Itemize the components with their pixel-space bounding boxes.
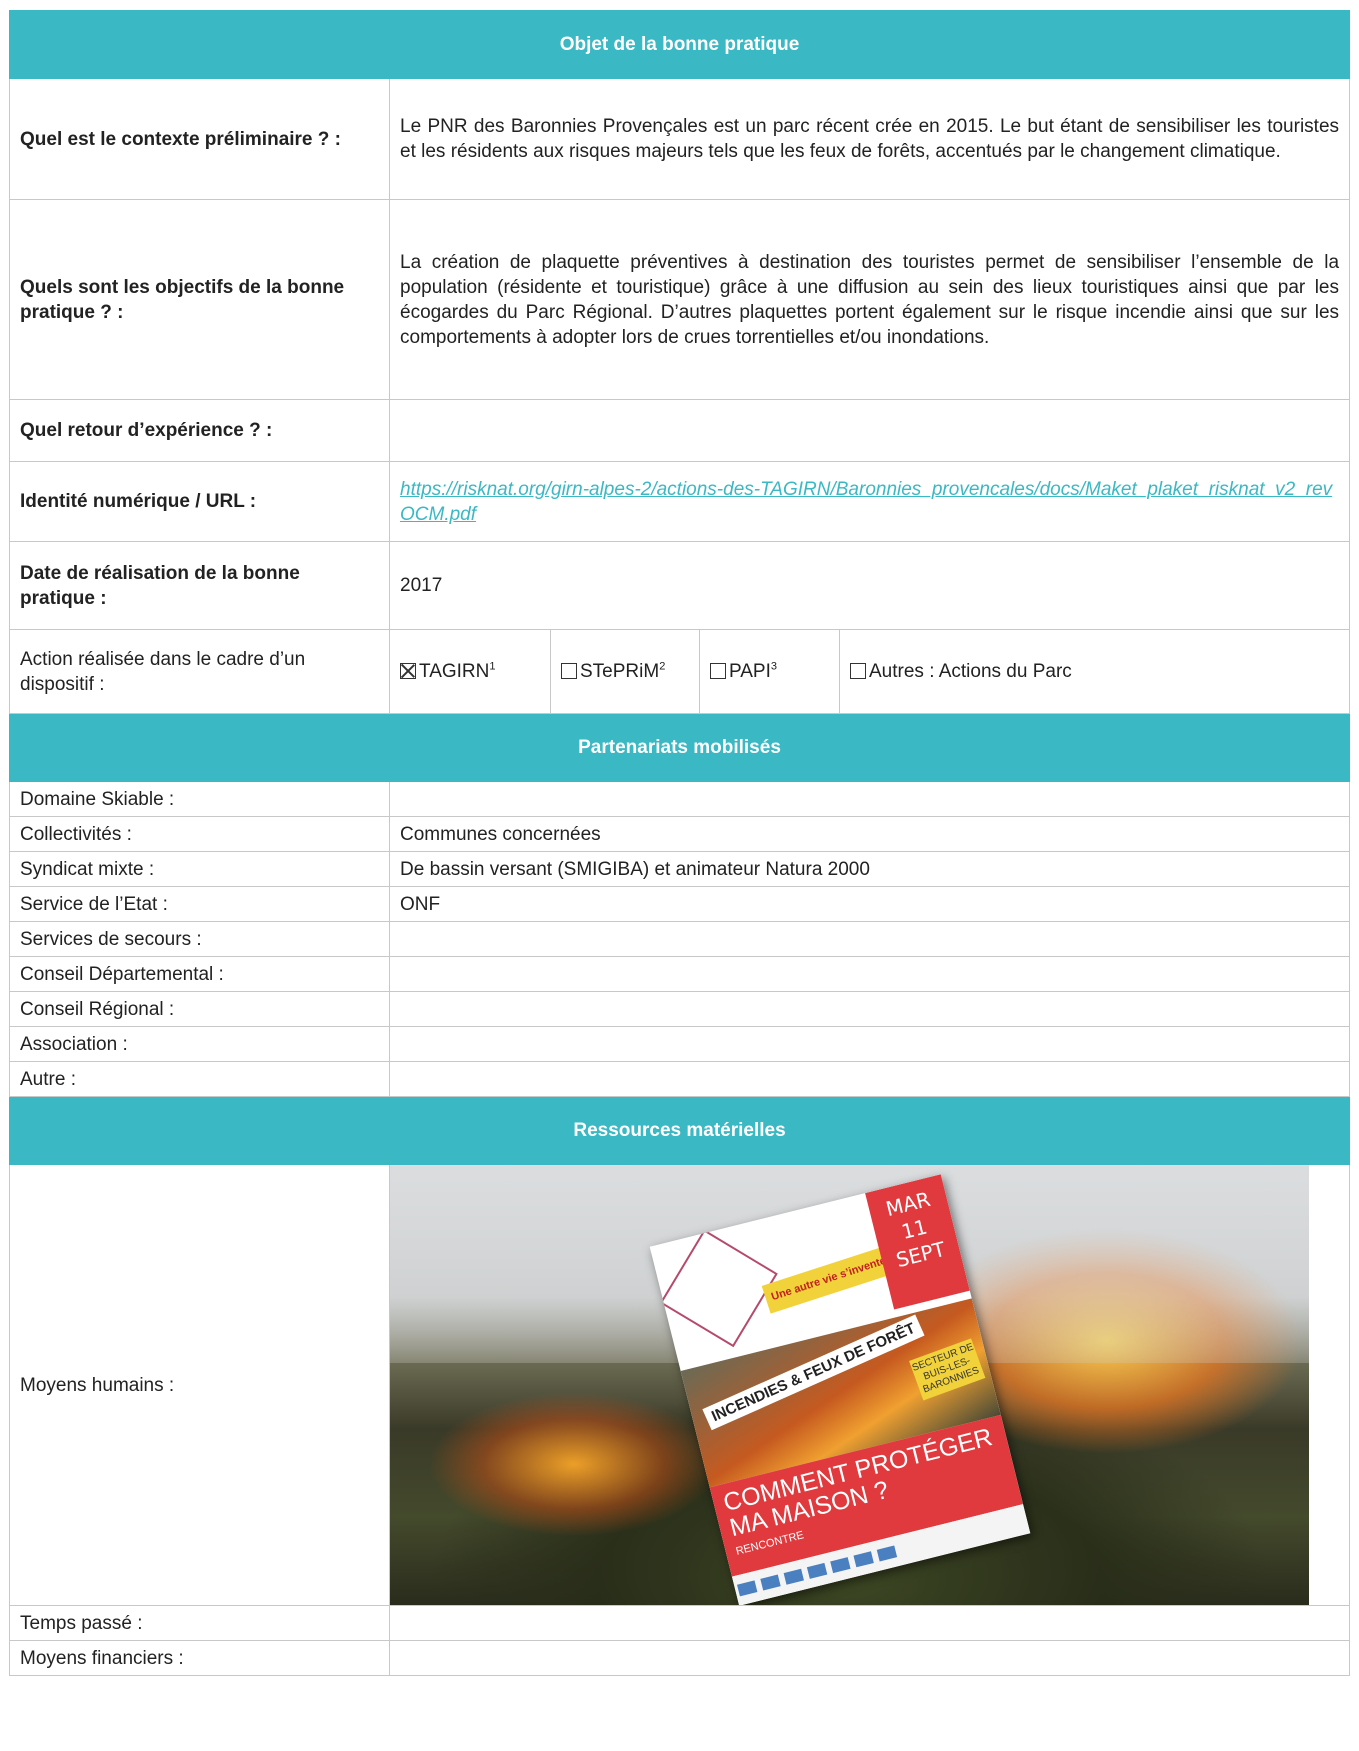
value-date: 2017 bbox=[388, 541, 1351, 630]
label-departemental: Conseil Départemental : bbox=[9, 956, 390, 992]
park-logo-icon bbox=[659, 1229, 778, 1348]
section-header-ressources: Ressources matérielles bbox=[8, 1096, 1351, 1165]
value-regional bbox=[388, 991, 1351, 1027]
checkbox-checked-icon[interactable] bbox=[400, 663, 416, 679]
value-domaine bbox=[388, 781, 1351, 817]
label-domaine: Domaine Skiable : bbox=[9, 781, 390, 817]
label-etat: Service de l’Etat : bbox=[9, 886, 390, 922]
section-header-partenariats: Partenariats mobilisés bbox=[8, 713, 1351, 782]
option-steprim[interactable]: STePRiM2 bbox=[550, 629, 700, 714]
url-link[interactable]: https://risknat.org/girn-alpes-2/actions… bbox=[400, 479, 1332, 525]
option-papi[interactable]: PAPI3 bbox=[699, 629, 840, 714]
label-dispositif: Action réalisée dans le cadre d’un dispo… bbox=[9, 629, 390, 714]
value-financiers bbox=[388, 1640, 1351, 1676]
label-association: Association : bbox=[9, 1026, 390, 1062]
label-contexte: Quel est le contexte préliminaire ? : bbox=[9, 78, 390, 200]
label-financiers: Moyens financiers : bbox=[9, 1640, 390, 1676]
value-association bbox=[388, 1026, 1351, 1062]
label-temps: Temps passé : bbox=[9, 1605, 390, 1641]
label-date: Date de réalisation de la bonne pratique… bbox=[9, 541, 390, 630]
label-regional: Conseil Régional : bbox=[9, 991, 390, 1027]
label-syndicat: Syndicat mixte : bbox=[9, 851, 390, 887]
value-collectivites: Communes concernées bbox=[388, 816, 1351, 852]
photo-cell: Une autre vie s’invente ici MAR 11 SEPT … bbox=[388, 1164, 1351, 1606]
practice-table: Objet de la bonne pratique Quel est le c… bbox=[8, 10, 1351, 1676]
label-url: Identité numérique / URL : bbox=[9, 461, 390, 542]
practice-sheet: Objet de la bonne pratique Quel est le c… bbox=[8, 10, 1351, 1676]
label-objectifs: Quels sont les objectifs de la bonne pra… bbox=[9, 199, 390, 400]
value-etat: ONF bbox=[388, 886, 1351, 922]
section-header-objet: Objet de la bonne pratique bbox=[8, 10, 1351, 79]
checkbox-icon[interactable] bbox=[850, 663, 866, 679]
label-secours: Services de secours : bbox=[9, 921, 390, 957]
value-secours bbox=[388, 921, 1351, 957]
value-syndicat: De bassin versant (SMIGIBA) et animateur… bbox=[388, 851, 1351, 887]
value-objectifs: La création de plaquette préventives à d… bbox=[388, 199, 1351, 400]
label-moyens-humains: Moyens humains : bbox=[9, 1164, 390, 1606]
label-retour: Quel retour d’expérience ? : bbox=[9, 399, 390, 462]
checkbox-icon[interactable] bbox=[561, 663, 577, 679]
value-contexte: Le PNR des Baronnies Provençales est un … bbox=[388, 78, 1351, 200]
poster-photo: Une autre vie s’invente ici MAR 11 SEPT … bbox=[390, 1165, 1309, 1605]
value-temps bbox=[388, 1605, 1351, 1641]
label-autre: Autre : bbox=[9, 1061, 390, 1097]
value-departemental bbox=[388, 956, 1351, 992]
option-tagirn[interactable]: TAGIRN1 bbox=[389, 629, 551, 714]
value-autre bbox=[388, 1061, 1351, 1097]
checkbox-icon[interactable] bbox=[710, 663, 726, 679]
value-retour bbox=[388, 399, 1351, 462]
option-autres[interactable]: Autres : Actions du Parc bbox=[838, 629, 1351, 714]
label-collectivites: Collectivités : bbox=[9, 816, 390, 852]
